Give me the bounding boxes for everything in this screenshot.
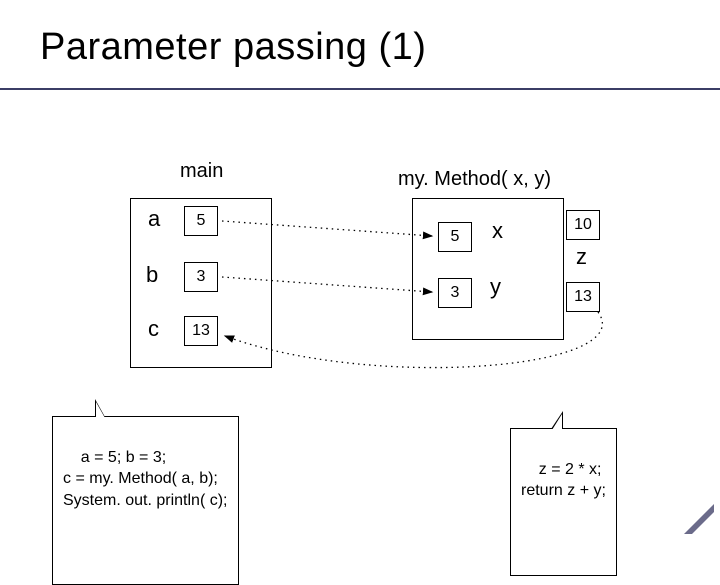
var-x-value: 5 [438,222,472,252]
var-b-label: b [146,262,158,288]
var-c-cell: 13 [184,316,218,346]
var-y-cell: 3 [438,278,472,308]
var-x-label: x [492,218,503,244]
var-z-value: 10 [566,210,600,240]
return-value: 13 [566,282,600,312]
method-code-callout: z = 2 * x; return z + y; [510,428,617,576]
var-a-label: a [148,206,160,232]
main-code-callout: a = 5; b = 3; c = my. Method( a, b); Sys… [52,416,239,585]
var-b-cell: 3 [184,262,218,292]
slide-canvas: Parameter passing (1) main my. Method( x… [0,0,720,540]
main-code-text: a = 5; b = 3; c = my. Method( a, b); Sys… [63,449,228,509]
method-code-text: z = 2 * x; return z + y; [521,461,606,500]
method-col-header: my. Method( x, y) [398,168,551,191]
dogear-corner [684,504,714,534]
var-z-cell: 10 [566,210,600,240]
var-a-cell: 5 [184,206,218,236]
var-x-cell: 5 [438,222,472,252]
var-y-label: y [490,274,501,300]
title-underline [0,88,720,90]
return-cell: 13 [566,282,600,312]
var-y-value: 3 [438,278,472,308]
slide-title: Parameter passing (1) [40,26,426,69]
var-c-value: 13 [184,316,218,346]
method-stack-frame [412,198,564,340]
var-a-value: 5 [184,206,218,236]
main-col-header: main [180,160,223,183]
var-c-label: c [148,316,159,342]
var-b-value: 3 [184,262,218,292]
var-z-label: z [576,244,587,270]
